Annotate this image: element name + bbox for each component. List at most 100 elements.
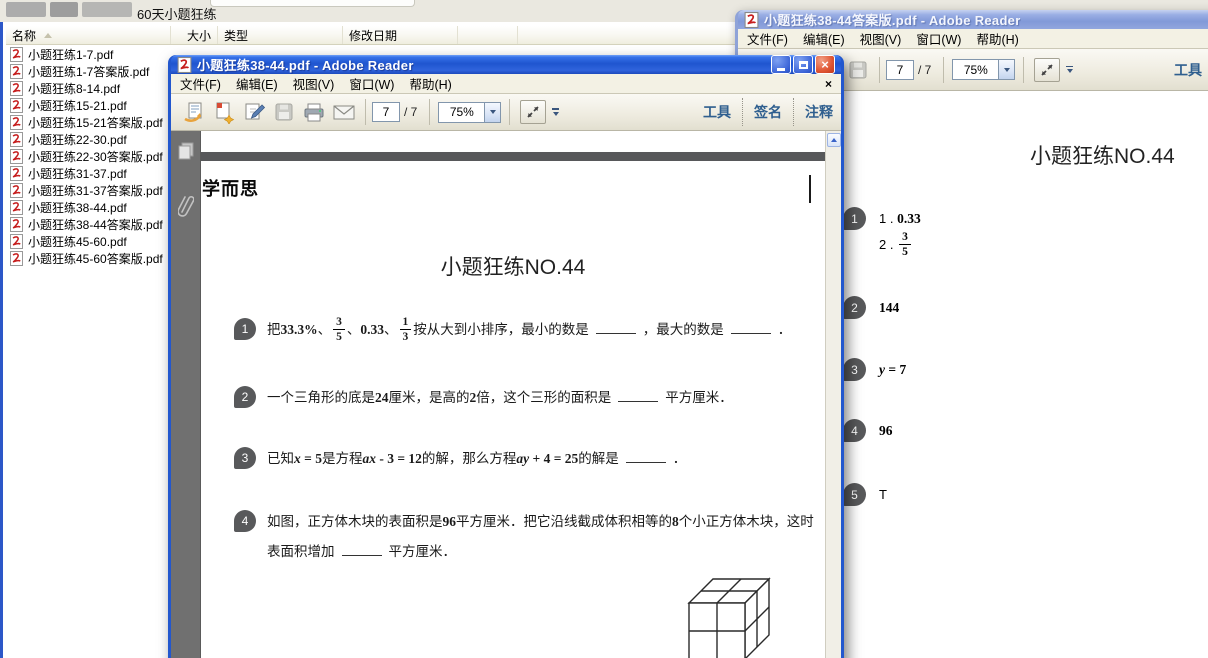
pdf-file-icon xyxy=(10,200,23,215)
answer-number-bubble: 1 xyxy=(843,207,866,230)
toolbar-more-icon[interactable] xyxy=(552,108,559,116)
vertical-scrollbar[interactable] xyxy=(825,131,841,658)
email-icon[interactable] xyxy=(331,99,357,125)
pdf-file-icon xyxy=(10,149,23,164)
window-title: 小题狂练38-44.pdf - Adobe Reader xyxy=(197,55,414,74)
page-total-label: / 7 xyxy=(918,63,931,77)
save-icon[interactable] xyxy=(845,57,871,83)
folder-path-label: 60天小题狂练 xyxy=(137,4,216,23)
pdf-file-icon xyxy=(10,217,23,232)
menu-file[interactable]: 文件(F) xyxy=(180,74,221,93)
page-edge-mark xyxy=(809,175,811,203)
pdf-file-icon xyxy=(10,47,23,62)
titlebar[interactable]: 小题狂练38-44.pdf - Adobe Reader × xyxy=(171,55,841,74)
column-header-type[interactable]: 类型 xyxy=(218,26,343,44)
toolbar-separator xyxy=(509,99,510,125)
screen: 60天小题狂练 名称 大小 类型 修改日期 小题狂练1-7.pdf 小题狂练1-… xyxy=(0,0,1208,658)
scroll-up-icon[interactable] xyxy=(827,133,841,147)
page-total-label: / 7 xyxy=(404,105,417,119)
menu-window[interactable]: 窗口(W) xyxy=(349,74,394,93)
menu-window[interactable]: 窗口(W) xyxy=(916,29,961,48)
zoom-value: 75% xyxy=(952,59,998,80)
zoom-dropdown-icon[interactable] xyxy=(484,102,501,123)
answer-text: y = 7 xyxy=(879,357,906,383)
pdf-file-icon xyxy=(10,183,23,198)
page-break-band xyxy=(201,152,825,161)
window-title: 小题狂练38-44答案版.pdf - Adobe Reader xyxy=(764,10,1021,29)
worksheet-title: 小题狂练NO.44 xyxy=(201,251,825,281)
answer-text: 144 xyxy=(879,295,899,321)
question-text: 如图，正方体木块的表面积是96平方厘米．把它沿线截成体积相等的8个小正方体木块，… xyxy=(267,507,819,567)
minimize-button[interactable] xyxy=(771,55,791,74)
file-list-header: 名称 大小 类型 修改日期 xyxy=(6,26,742,45)
answer-item: 4 96 xyxy=(843,418,893,444)
pdf-app-icon xyxy=(177,57,192,73)
menu-edit[interactable]: 编辑(E) xyxy=(803,29,845,48)
menu-bar: 文件(F) 编辑(E) 视图(V) 窗口(W) 帮助(H) xyxy=(738,29,1208,49)
paperclip-attachment-icon[interactable] xyxy=(178,192,194,223)
fit-page-icon[interactable] xyxy=(1034,58,1060,82)
answer-text: 1 . 0.332 . 35 xyxy=(879,206,921,259)
toolbar-separator xyxy=(879,57,880,83)
toolbar-dotted-separator xyxy=(742,98,743,126)
toolbar-separator xyxy=(429,99,430,125)
menu-help[interactable]: 帮助(H) xyxy=(976,29,1018,48)
censored-path-block xyxy=(82,2,132,17)
question-item: 2 一个三角形的底是24厘米，是高的2倍，这个三形的面积是平方厘米． xyxy=(234,383,819,413)
menu-help[interactable]: 帮助(H) xyxy=(409,74,451,93)
pdf-file-icon xyxy=(10,251,23,266)
column-header-name[interactable]: 名称 xyxy=(6,26,171,44)
pdf-file-icon xyxy=(10,132,23,147)
reader-window-questions: 小题狂练38-44.pdf - Adobe Reader × 文件(F) 编辑(… xyxy=(168,55,844,658)
publisher-logo: 学而思 xyxy=(202,175,259,201)
titlebar[interactable]: 小题狂练38-44答案版.pdf - Adobe Reader xyxy=(738,10,1208,29)
tools-panel-button[interactable]: 工具 xyxy=(1174,60,1202,80)
censored-path-block xyxy=(50,2,78,17)
zoom-value: 75% xyxy=(438,102,484,123)
question-text: 已知x = 5是方程ax - 3 = 12的解，那么方程ay + 4 = 25的… xyxy=(267,444,819,474)
sign-pen-icon[interactable] xyxy=(241,99,267,125)
toolbar-separator xyxy=(365,99,366,125)
menu-file[interactable]: 文件(F) xyxy=(747,29,788,48)
save-icon[interactable] xyxy=(271,99,297,125)
pdf-file-icon xyxy=(10,81,23,96)
sort-ascending-icon xyxy=(44,33,52,38)
censored-path-block xyxy=(6,2,46,17)
page-thumbnails-icon[interactable] xyxy=(177,141,195,166)
maximize-button[interactable] xyxy=(793,55,813,74)
menu-view[interactable]: 视图(V) xyxy=(293,74,335,93)
answer-text: 96 xyxy=(879,418,893,444)
question-text: 一个三角形的底是24厘米，是高的2倍，这个三形的面积是平方厘米． xyxy=(267,383,819,413)
toolbar-separator xyxy=(943,57,944,83)
toolbar-more-icon[interactable] xyxy=(1066,66,1073,74)
zoom-dropdown-icon[interactable] xyxy=(998,59,1015,80)
close-button[interactable]: × xyxy=(815,55,835,74)
pdf-file-icon xyxy=(10,234,23,249)
question-number-bubble: 2 xyxy=(234,386,256,408)
menu-edit[interactable]: 编辑(E) xyxy=(236,74,278,93)
column-header-modified[interactable]: 修改日期 xyxy=(343,26,458,44)
zoom-combo[interactable]: 75% xyxy=(952,59,1015,80)
tools-panel-button[interactable]: 工具 xyxy=(703,102,731,122)
comment-panel-button[interactable]: 注释 xyxy=(805,102,833,122)
open-icon[interactable] xyxy=(181,99,207,125)
create-pdf-icon[interactable] xyxy=(211,99,237,125)
toolbar-close-icon[interactable]: × xyxy=(825,78,832,90)
pdf-file-icon xyxy=(10,64,23,79)
answer-number-bubble: 5 xyxy=(843,483,866,506)
question-number-bubble: 1 xyxy=(234,318,256,340)
answers-doc-title: 小题狂练NO.44 xyxy=(1030,140,1175,170)
column-header-size[interactable]: 大小 xyxy=(171,26,218,44)
zoom-combo[interactable]: 75% xyxy=(438,102,501,123)
sign-panel-button[interactable]: 签名 xyxy=(754,102,782,122)
question-number-bubble: 3 xyxy=(234,447,256,469)
menu-view[interactable]: 视图(V) xyxy=(860,29,902,48)
page-number-input[interactable] xyxy=(372,102,400,122)
page-number-input[interactable] xyxy=(886,60,914,80)
print-icon[interactable] xyxy=(301,99,327,125)
fit-page-icon[interactable] xyxy=(520,100,546,124)
address-bar-fragment xyxy=(210,0,415,7)
navigation-pane xyxy=(171,131,201,658)
toolbar-dotted-separator xyxy=(793,98,794,126)
menu-bar: 文件(F) 编辑(E) 视图(V) 窗口(W) 帮助(H) × xyxy=(171,74,841,94)
